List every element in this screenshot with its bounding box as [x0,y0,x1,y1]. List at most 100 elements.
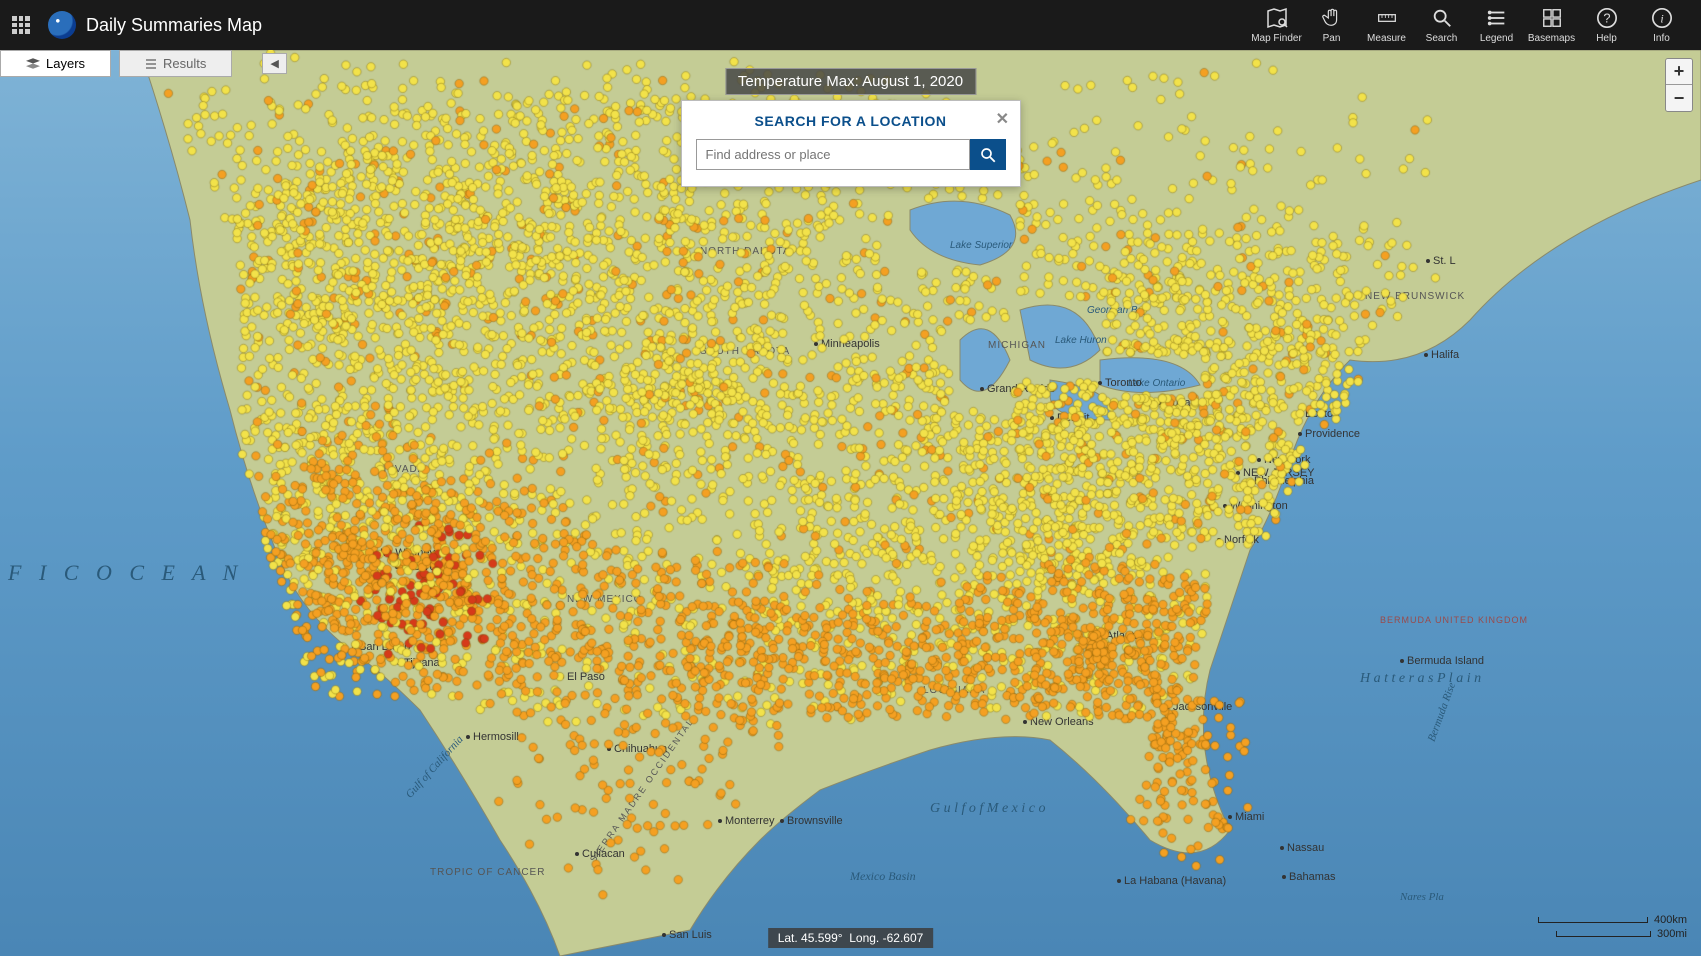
noaa-logo [48,11,76,39]
scale-bar: 400km 300mi [1538,912,1687,940]
city-label: Grand Rapids [980,383,1055,395]
city-label: New York [1257,454,1310,466]
city-label: Bermuda Island [1400,655,1484,667]
map-canvas[interactable]: F I C O C E A N G u l f o f M e x i c o … [0,50,1701,956]
scale-imperial: 300mi [1657,928,1687,940]
zoom-control: + − [1665,58,1693,112]
city-label: Bahamas [1282,871,1335,883]
city-label: Nassau [1280,842,1324,854]
city-label: La Habana (Havana) [1117,875,1226,887]
south-dakota-label: SOUTH DAKOTA [700,345,790,358]
tab-results[interactable]: Results [119,50,232,77]
gulf-of-mexico-label: G u l f o f M e x i c o [930,800,1045,818]
layers-icon [26,58,40,69]
nevada-label: NEVADA [379,464,425,475]
new-mexico-label: NEW MEXICO [567,594,643,605]
tab-label: Results [163,56,206,71]
city-label: Culiacan [575,848,625,860]
pacific-ocean-label: F I C O C E A N [8,560,243,586]
city-label: Norfolk [1217,534,1259,546]
louisiana-label: LOUISIANA [923,685,985,696]
info-icon: i [1650,6,1674,30]
city-label: Hermosillo [466,731,525,743]
tool-measure[interactable]: Measure [1359,2,1414,48]
mexico-basin-label: Mexico Basin [850,869,916,885]
tool-map-finder[interactable]: Map Finder [1249,2,1304,48]
lake-superior-label: Lake Superior [950,240,1012,251]
tool-help[interactable]: ? Help [1579,2,1634,48]
header-toolbar: Map Finder Pan Measure Search Legend Bas… [1249,2,1689,48]
measure-icon [1375,6,1399,30]
svg-text:?: ? [1603,11,1610,26]
city-label: Providence [1298,428,1360,440]
hatteras-plain-label: H a t t e r a s P l a i n [1360,670,1481,688]
lat-label: Lat. [778,931,798,945]
michigan-label: MICHIGAN [988,340,1046,351]
scale-metric: 400km [1654,914,1687,926]
tool-label: Search [1426,33,1458,44]
city-label: Atlanta [1099,630,1140,642]
search-popup-title: SEARCH FOR A LOCATION ✕ [682,101,1020,139]
zoom-out-button[interactable]: − [1666,85,1692,111]
search-location-popup: SEARCH FOR A LOCATION ✕ [681,100,1021,187]
city-label: Chihuahua [607,743,667,755]
app-title: Daily Summaries Map [86,15,262,36]
apps-grid-icon[interactable] [12,16,30,34]
zoom-in-button[interactable]: + [1666,59,1692,85]
tool-search[interactable]: Search [1414,2,1469,48]
city-label: San Luis [662,929,712,941]
long-value: -62.607 [883,931,924,945]
search-icon [979,146,997,164]
legend-icon [1485,6,1509,30]
city-label: El Paso [560,671,605,683]
bermuda-uk-label: BERMUDA UNITED KINGDOM [1380,615,1528,626]
tool-legend[interactable]: Legend [1469,2,1524,48]
city-label: Jacksonville [1166,701,1232,713]
city-label: Halifa [1424,349,1459,361]
side-tabs: Layers Results ◀ [0,50,287,77]
north-dakota-label: NORTH DAKOTA [700,245,791,258]
tool-basemaps[interactable]: Basemaps [1524,2,1579,48]
app-header: Daily Summaries Map Map Finder Pan Measu… [0,0,1701,50]
city-label: Brownsville [780,815,843,827]
tool-info[interactable]: i Info [1634,2,1689,48]
location-search-input[interactable] [696,139,970,170]
results-icon [145,58,157,70]
pan-icon [1320,6,1344,30]
tab-label: Layers [46,56,85,71]
city-label: Tijuana [397,657,440,669]
city-label: Mt Whitney [373,547,435,559]
map-title-banner: Temperature Max: August 1, 2020 [725,68,976,95]
new-brunswick-label: NEW BRUNSWICK [1365,290,1465,303]
city-label: San Diego [352,641,410,653]
city-label: Boston [1298,408,1339,420]
city-label: Miami [1228,811,1264,823]
tool-label: Info [1653,33,1670,44]
location-search-button[interactable] [970,139,1006,170]
close-icon[interactable]: ✕ [996,109,1010,129]
tool-label: Legend [1480,33,1513,44]
cursor-coordinates: Lat. 45.599° Long. -62.607 [768,928,934,948]
tab-layers[interactable]: Layers [0,50,111,77]
long-label: Long. [849,931,879,945]
city-label: NEW JERSEY [1236,467,1315,479]
city-label: Washington [1223,500,1288,512]
tool-label: Pan [1323,33,1341,44]
tool-label: Basemaps [1528,33,1575,44]
search-popup-title-text: SEARCH FOR A LOCATION [755,113,947,129]
lat-value: 45.599° [801,931,843,945]
city-label: Detroit [1050,412,1089,424]
map-finder-icon [1265,6,1289,30]
lake-huron-label: Lake Huron [1055,335,1107,346]
tool-pan[interactable]: Pan [1304,2,1359,48]
tropic-of-cancer-label: TROPIC OF CANCER [430,867,545,878]
search-popup-body [682,139,1020,186]
nares-label: Nares Pla [1400,890,1444,904]
collapse-panel-button[interactable]: ◀ [262,53,286,74]
tool-label: Help [1596,33,1617,44]
help-icon: ? [1595,6,1619,30]
city-label: New Orleans [1023,716,1094,728]
georgian-bay-label: Georgian Bay [1087,305,1148,316]
city-label: Las Vegas [395,561,453,573]
search-icon [1430,6,1454,30]
